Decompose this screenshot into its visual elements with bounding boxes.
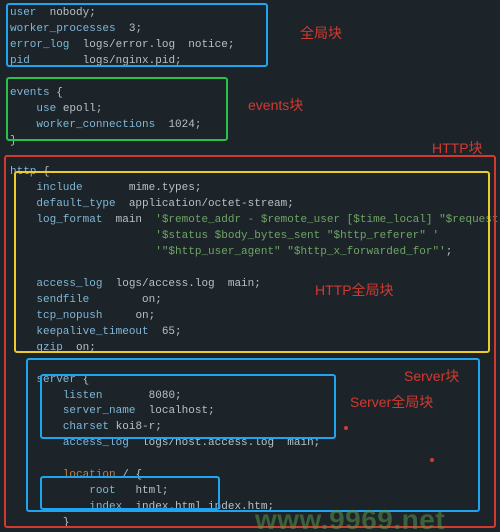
label-server: Server块 [404,366,459,386]
watermark: www.9969.net [255,500,445,532]
label-global: 全局块 [300,23,342,43]
label-server-global: Server全局块 [350,392,433,412]
label-http: HTTP块 [432,138,483,158]
dot-marker [344,426,348,430]
label-http-global: HTTP全局块 [315,280,394,300]
dot-marker [430,458,434,462]
label-events: events块 [248,95,303,115]
code-block: user nobody; worker_processes 3; error_l… [10,6,492,532]
nginx-config-diagram: user nobody; worker_processes 3; error_l… [0,0,500,532]
